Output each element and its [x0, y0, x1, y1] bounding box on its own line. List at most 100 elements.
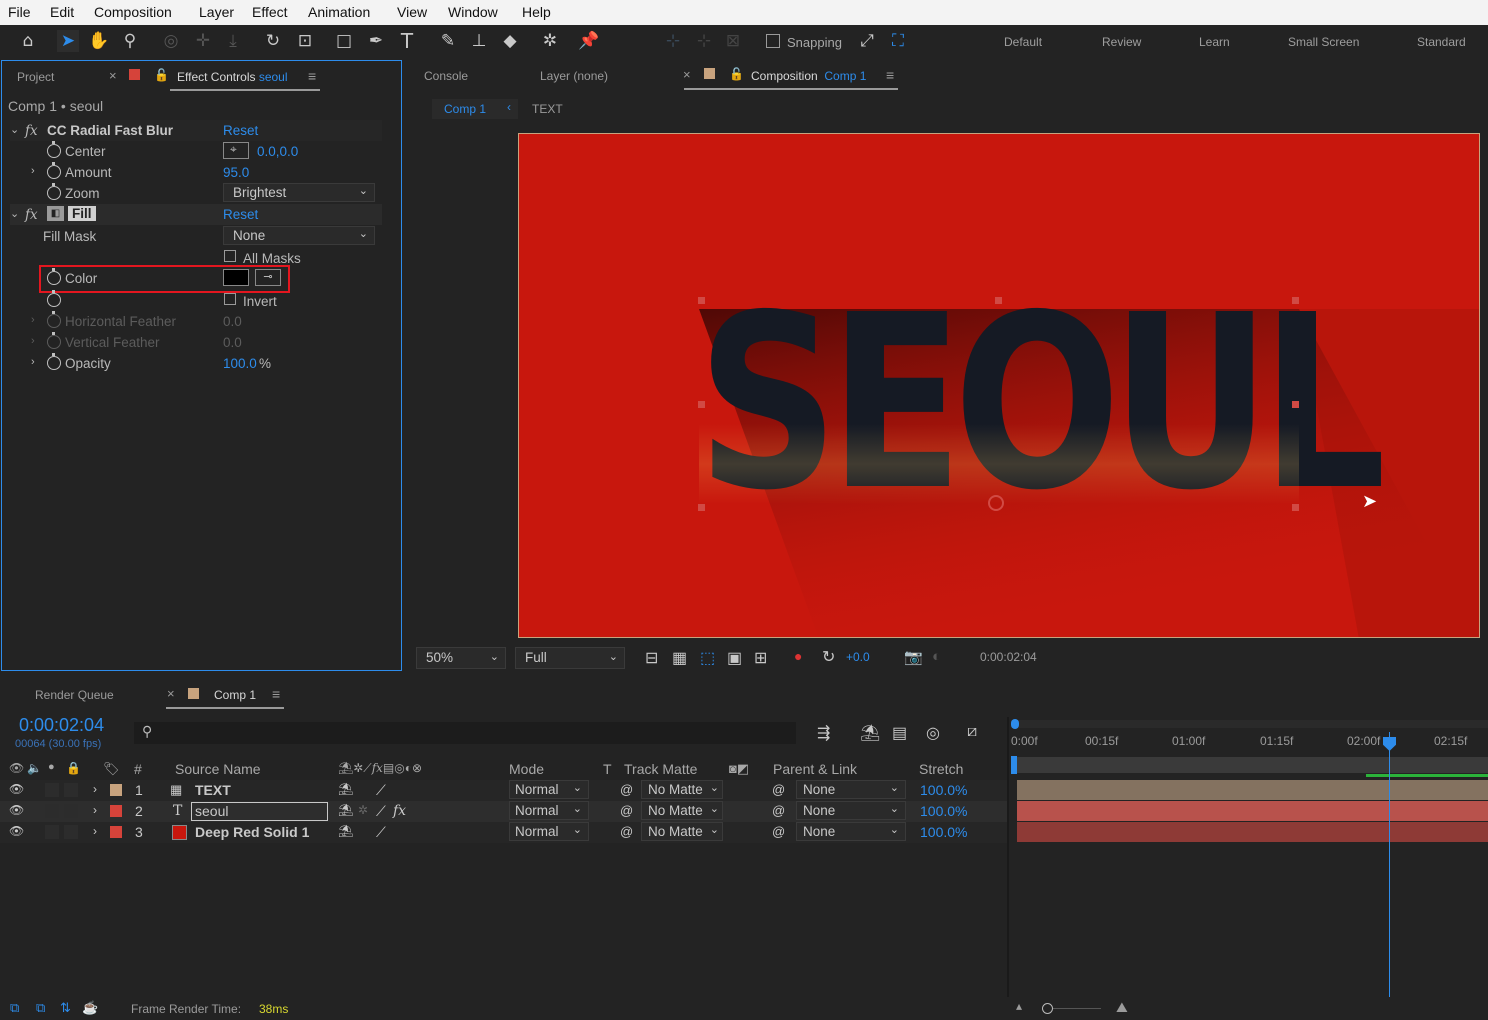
chevron-right-icon[interactable]: › — [31, 356, 35, 368]
column-stretch[interactable]: Stretch — [919, 761, 963, 777]
render-time-icon[interactable]: ☕ — [82, 1000, 98, 1016]
pan-behind-tool-icon[interactable]: ⊡ — [294, 30, 316, 52]
fast-preview-icon[interactable]: ⊟ — [645, 648, 658, 668]
selection-tool-icon[interactable]: ➤ — [57, 30, 79, 52]
panel-menu-icon[interactable]: ≡ — [886, 67, 894, 83]
audio-icon[interactable]: 🔈 — [27, 761, 42, 775]
parent-pickwhip-icon[interactable]: @ — [772, 782, 785, 797]
layer-bar-solid[interactable] — [1017, 822, 1488, 842]
home-icon[interactable]: ⌂ — [17, 30, 39, 52]
chevron-right-icon[interactable]: › — [93, 782, 97, 796]
zoom-dropdown[interactable]: Brightest ⌄ — [223, 183, 375, 202]
region-of-interest-icon[interactable]: ▣ — [727, 648, 742, 668]
layer-bar-text[interactable] — [1017, 780, 1488, 800]
current-time-display[interactable]: 0:00:02:04 — [19, 715, 104, 736]
stopwatch-icon[interactable] — [47, 162, 61, 179]
chevron-left-icon[interactable]: ‹ — [507, 100, 511, 114]
effect-radial-blur-header[interactable]: ⌄ fx CC Radial Fast Blur Reset — [10, 120, 382, 141]
tab-project[interactable]: Project — [17, 70, 54, 84]
column-source-name[interactable]: Source Name — [175, 761, 261, 777]
close-icon[interactable]: × — [167, 686, 175, 701]
mask-visibility-icon[interactable]: ⬚ — [700, 648, 715, 668]
chevron-right-icon[interactable]: › — [93, 803, 97, 817]
layer-name[interactable]: Deep Red Solid 1 — [195, 824, 309, 840]
timeline-search-input[interactable]: ⚲ — [134, 722, 796, 744]
workspace-small-screen[interactable]: Small Screen — [1288, 35, 1359, 49]
graph-editor-icon[interactable]: ⧄ — [967, 723, 977, 741]
transform-handle[interactable] — [698, 401, 705, 408]
work-area-start-handle[interactable] — [1011, 719, 1019, 729]
solo-icon[interactable]: ● — [48, 761, 55, 773]
shy-switch-icon[interactable]: ⛱ — [338, 803, 353, 817]
panel-menu-icon[interactable]: ≡ — [308, 68, 316, 84]
pen-tool-icon[interactable]: ✒ — [365, 30, 387, 52]
lock-switch[interactable] — [64, 804, 78, 818]
label-tag-icon[interactable]: 🏷 — [103, 761, 120, 777]
menu-edit[interactable]: Edit — [50, 4, 74, 20]
parent-dropdown[interactable]: None ⌄ — [796, 780, 906, 799]
shy-layers-icon[interactable]: ⛱ — [860, 723, 880, 743]
reset-link[interactable]: Reset — [223, 207, 258, 222]
stopwatch-icon[interactable] — [47, 353, 61, 370]
tab-layer[interactable]: Layer (none) — [540, 69, 608, 83]
brush-tool-icon[interactable]: ✎ — [437, 30, 459, 52]
panel-menu-icon[interactable]: ≡ — [272, 686, 280, 702]
parent-dropdown[interactable]: None ⌄ — [796, 801, 906, 820]
column-track-matte[interactable]: Track Matte — [624, 761, 697, 777]
transform-handle[interactable] — [995, 297, 1002, 304]
puppet-pin-tool-icon[interactable]: 📌 — [578, 30, 600, 52]
lock-switch[interactable] — [64, 825, 78, 839]
layer-name[interactable]: seoul — [195, 803, 228, 819]
fx-icon[interactable]: fx — [393, 803, 406, 819]
tab-effect-controls[interactable]: Effect Controls seoul — [177, 70, 288, 84]
reset-exposure-icon[interactable]: ↻ — [822, 647, 835, 667]
lock-switch[interactable] — [64, 783, 78, 797]
solo-switch[interactable] — [45, 804, 59, 818]
stopwatch-icon[interactable] — [47, 332, 61, 349]
video-visibility-icon[interactable]: 👁 — [9, 761, 24, 775]
center-value[interactable]: 0.0,0.0 — [257, 144, 298, 159]
menu-effect[interactable]: Effect — [252, 4, 288, 20]
menu-window[interactable]: Window — [448, 4, 498, 20]
comp-canvas[interactable]: SEOUL ➤ — [518, 133, 1480, 638]
track-matte-dropdown[interactable]: No Matte ⌄ — [641, 822, 723, 841]
eye-icon[interactable]: 👁 — [9, 824, 24, 838]
shy-switch-icon[interactable]: ⛱ — [338, 824, 353, 838]
reset-link[interactable]: Reset — [223, 123, 258, 138]
workspace-learn[interactable]: Learn — [1199, 35, 1230, 49]
layer-label-color[interactable] — [110, 784, 122, 796]
workspace-default[interactable]: Default — [1004, 35, 1042, 49]
track-matte-dropdown[interactable]: No Matte ⌄ — [641, 780, 723, 799]
channels-icon[interactable]: ● — [794, 648, 802, 664]
layer-row[interactable]: 👁 › 3 Deep Red Solid 1 ⛱ ⟋ Normal ⌄ @ No … — [0, 822, 1008, 843]
time-ruler[interactable]: 0:00f 00:15f 01:00f 01:15f 02:00f 02:15f — [1011, 717, 1488, 779]
solo-switch[interactable] — [45, 783, 59, 797]
lock-icon[interactable]: 🔓 — [729, 67, 744, 81]
work-area-bar[interactable] — [1011, 720, 1488, 728]
hand-tool-icon[interactable]: ✋ — [88, 30, 110, 52]
comp-nav-comp[interactable]: Comp 1 — [444, 102, 486, 116]
transform-handle[interactable] — [698, 504, 705, 511]
layer-switches-icon[interactable]: ⧉ — [10, 1000, 19, 1016]
matte-link-icon[interactable]: @ — [620, 803, 633, 818]
quality-switch-icon[interactable]: ⟋ — [376, 824, 386, 841]
layer-label-color[interactable] — [110, 826, 122, 838]
layer-row[interactable]: 👁 › 1 ▦ TEXT ⛱ ⟋ Normal ⌄ @ No Matte ⌄ @ N… — [0, 780, 1008, 801]
parent-pickwhip-icon[interactable]: @ — [772, 803, 785, 818]
mode-dropdown[interactable]: Normal ⌄ — [509, 780, 589, 799]
fill-mask-dropdown[interactable]: None ⌄ — [223, 226, 375, 245]
opacity-value[interactable]: 100.0 — [223, 356, 257, 371]
lock-icon[interactable]: 🔒 — [66, 761, 81, 775]
world-axis-icon[interactable]: ⊹ — [693, 30, 715, 52]
zoom-out-icon[interactable]: ▴ — [1016, 999, 1022, 1013]
zoom-slider-track[interactable] — [1053, 1008, 1101, 1009]
v-feather-value[interactable]: 0.0 — [223, 335, 242, 350]
stopwatch-icon[interactable] — [47, 290, 61, 307]
column-mode[interactable]: Mode — [509, 761, 544, 777]
chevron-down-icon[interactable]: ⌄ — [10, 207, 19, 220]
resolution-dropdown[interactable]: Full ⌄ — [515, 647, 625, 669]
stopwatch-icon[interactable] — [47, 183, 61, 200]
composition-mini-flowchart-icon[interactable]: ⇶ — [817, 723, 830, 743]
eye-icon[interactable]: 👁 — [9, 803, 24, 817]
layer-name[interactable]: TEXT — [195, 782, 231, 798]
